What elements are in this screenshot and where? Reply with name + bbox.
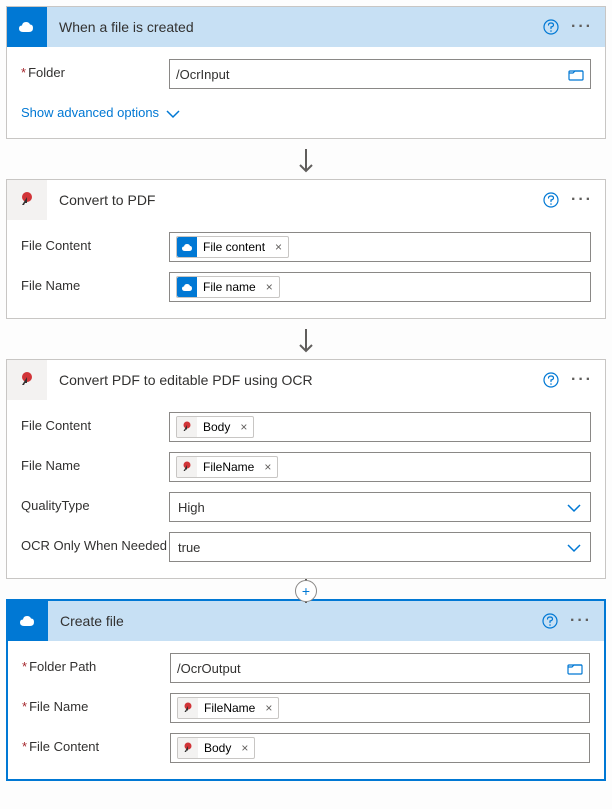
input-file-name[interactable]: FileName × <box>169 452 591 482</box>
onedrive-icon <box>177 237 197 257</box>
card-title: Create file <box>48 613 542 629</box>
token-remove-icon[interactable]: × <box>264 460 271 474</box>
label-folder: *Folder <box>21 59 169 80</box>
card-header[interactable]: Convert to PDF ··· <box>7 180 605 220</box>
folder-picker-icon[interactable] <box>567 661 583 675</box>
more-icon[interactable]: ··· <box>570 612 592 630</box>
more-icon[interactable]: ··· <box>571 191 593 209</box>
input-file-content[interactable]: File content × <box>169 232 591 262</box>
token-body[interactable]: Body × <box>176 416 254 438</box>
card-title: Convert PDF to editable PDF using OCR <box>47 372 543 388</box>
chevron-down-icon <box>566 501 582 513</box>
api-key-icon <box>178 698 198 718</box>
label-quality-type: QualityType <box>21 492 169 513</box>
select-ocr-only[interactable]: true <box>169 532 591 562</box>
chevron-down-icon <box>165 107 181 119</box>
more-icon[interactable]: ··· <box>571 18 593 36</box>
card-header[interactable]: Create file ··· <box>8 601 604 641</box>
label-file-name: File Name <box>21 272 169 293</box>
token-remove-icon[interactable]: × <box>241 741 248 755</box>
token-body[interactable]: Body × <box>177 737 255 759</box>
token-filename[interactable]: FileName × <box>177 697 279 719</box>
label-folder-path: *Folder Path <box>22 653 170 674</box>
card-title: When a file is created <box>47 19 543 35</box>
folder-picker-icon[interactable] <box>568 67 584 81</box>
card-title: Convert to PDF <box>47 192 543 208</box>
card-header[interactable]: When a file is created ··· <box>7 7 605 47</box>
api-key-icon <box>178 738 198 758</box>
token-remove-icon[interactable]: × <box>240 420 247 434</box>
token-remove-icon[interactable]: × <box>266 280 273 294</box>
api-key-icon <box>7 360 47 400</box>
add-step-button[interactable]: + <box>295 580 317 602</box>
chevron-down-icon <box>566 541 582 553</box>
input-folder-path[interactable]: /OcrOutput <box>170 653 590 683</box>
api-key-icon <box>177 417 197 437</box>
help-icon[interactable] <box>543 372 559 388</box>
help-icon[interactable] <box>543 192 559 208</box>
input-file-name[interactable]: File name × <box>169 272 591 302</box>
token-remove-icon[interactable]: × <box>265 701 272 715</box>
label-ocr-only: OCR Only When Needed <box>21 532 169 553</box>
onedrive-icon <box>177 277 197 297</box>
onedrive-icon <box>7 7 47 47</box>
show-advanced-link[interactable]: Show advanced options <box>21 105 181 120</box>
token-file-content[interactable]: File content × <box>176 236 289 258</box>
select-quality-type[interactable]: High <box>169 492 591 522</box>
input-file-content[interactable]: Body × <box>169 412 591 442</box>
help-icon[interactable] <box>542 613 558 629</box>
token-remove-icon[interactable]: × <box>275 240 282 254</box>
api-key-icon <box>7 180 47 220</box>
card-header[interactable]: Convert PDF to editable PDF using OCR ··… <box>7 360 605 400</box>
label-file-content: File Content <box>21 412 169 433</box>
connector-arrow <box>6 323 606 359</box>
more-icon[interactable]: ··· <box>571 371 593 389</box>
token-file-name[interactable]: File name × <box>176 276 280 298</box>
label-file-name: File Name <box>21 452 169 473</box>
input-folder[interactable]: /OcrInput <box>169 59 591 89</box>
label-file-name: *File Name <box>22 693 170 714</box>
label-file-content: *File Content <box>22 733 170 754</box>
input-file-name[interactable]: FileName × <box>170 693 590 723</box>
help-icon[interactable] <box>543 19 559 35</box>
connector-insert: + <box>6 579 606 603</box>
input-file-content[interactable]: Body × <box>170 733 590 763</box>
token-filename[interactable]: FileName × <box>176 456 278 478</box>
card-when-file-created: When a file is created ··· *Folder /OcrI… <box>6 6 606 139</box>
card-convert-pdf-ocr: Convert PDF to editable PDF using OCR ··… <box>6 359 606 579</box>
card-convert-to-pdf: Convert to PDF ··· File Content File con… <box>6 179 606 319</box>
label-file-content: File Content <box>21 232 169 253</box>
card-create-file: Create file ··· *Folder Path /OcrOutput … <box>6 599 606 781</box>
connector-arrow <box>6 143 606 179</box>
onedrive-icon <box>8 601 48 641</box>
api-key-icon <box>177 457 197 477</box>
